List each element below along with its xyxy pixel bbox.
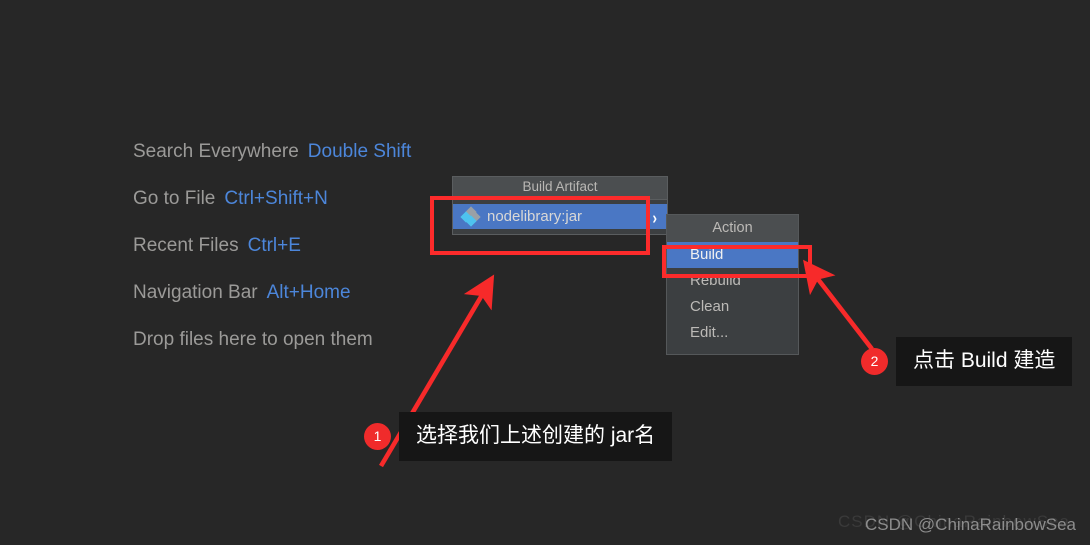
annotation-text-1: 选择我们上述创建的 jar名 bbox=[399, 412, 673, 461]
hint-shortcut: Double Shift bbox=[307, 141, 412, 162]
annotation-text-2: 点击 Build 建造 bbox=[896, 337, 1073, 386]
annotation-callout-2: 2 点击 Build 建造 bbox=[861, 337, 1073, 386]
annotation-callout-1: 1 选择我们上述创建的 jar名 bbox=[364, 412, 673, 461]
annotation-badge-2: 2 bbox=[861, 348, 888, 375]
hint-label: Drop files here to open them bbox=[133, 329, 373, 350]
hint-label: Go to File bbox=[133, 188, 216, 209]
hint-row-navigation-bar: Navigation Bar Alt+Home bbox=[133, 278, 533, 325]
build-artifact-popup: Build Artifact nodelibrary:jar › bbox=[452, 176, 668, 235]
action-item-edit[interactable]: Edit... bbox=[667, 320, 798, 346]
ide-screenshot-root: Search Everywhere Double Shift Go to File… bbox=[0, 0, 1090, 545]
hint-label: Search Everywhere bbox=[133, 141, 299, 162]
watermark-csdn: CSDN @ChinaRainbowSea bbox=[865, 515, 1076, 534]
action-submenu-popup: Action Build Rebuild Clean Edit... bbox=[666, 214, 799, 355]
action-submenu-list: Build Rebuild Clean Edit... bbox=[667, 242, 798, 354]
artifact-item-nodelibrary-jar[interactable]: nodelibrary:jar › bbox=[453, 204, 667, 229]
build-artifact-popup-body: nodelibrary:jar › bbox=[453, 199, 667, 234]
artifact-diamond-icon bbox=[460, 206, 481, 227]
editor-empty-hints: Search Everywhere Double Shift Go to File… bbox=[133, 137, 533, 372]
annotation-badge-1: 1 bbox=[364, 423, 391, 450]
hint-row-drop-files: Drop files here to open them bbox=[133, 325, 533, 372]
build-artifact-popup-title: Build Artifact bbox=[522, 179, 598, 194]
action-item-rebuild[interactable]: Rebuild bbox=[667, 268, 798, 294]
action-item-clean[interactable]: Clean bbox=[667, 294, 798, 320]
hint-shortcut: Ctrl+E bbox=[247, 235, 301, 256]
artifact-item-label: nodelibrary:jar bbox=[487, 208, 583, 225]
hint-shortcut: Ctrl+Shift+N bbox=[224, 188, 328, 209]
hint-row-recent-files: Recent Files Ctrl+E bbox=[133, 231, 533, 278]
action-submenu-title: Action bbox=[667, 215, 798, 242]
chevron-right-icon: › bbox=[652, 206, 657, 227]
hint-label: Navigation Bar bbox=[133, 282, 258, 303]
hint-label: Recent Files bbox=[133, 235, 239, 256]
hint-shortcut: Alt+Home bbox=[266, 282, 351, 303]
action-item-build[interactable]: Build bbox=[667, 242, 798, 268]
